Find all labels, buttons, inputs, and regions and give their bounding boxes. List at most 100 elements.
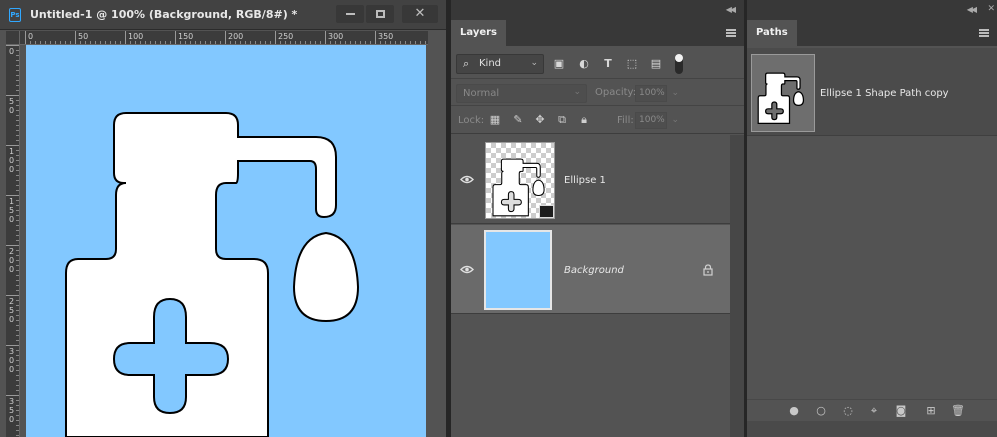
new-path-icon[interactable]: ⊞ [924,405,938,417]
lock-row: Lock: ▦ ✎ ✥ ⧉ 🔒︎ Fill: 100% ⌄ [451,107,744,134]
layer-thumbnail [485,142,555,219]
ruler-label: 200 [9,247,15,274]
opacity-label: Opacity: [595,87,637,98]
fill-label: Fill: [617,115,634,126]
type-filter-icon[interactable]: T [602,58,614,70]
opacity-field[interactable]: 100% ⌄ [635,85,679,102]
filter-toggle[interactable] [675,54,683,74]
chevron-down-icon: ⌄ [671,115,679,125]
ruler-tick [6,245,19,246]
ruler-tick [6,395,19,396]
ruler-label: 350 [378,32,394,41]
document-window: Ps Untitled-1 @ 100% (Background, RGB/8#… [0,0,446,437]
path-thumbnail [751,54,815,132]
opacity-value: 100% [639,88,665,98]
chevron-down-icon: ⌄ [530,58,538,68]
ruler-label: 350 [9,397,15,424]
visibility-eye-icon[interactable] [460,265,474,274]
ruler-label: 50 [78,32,89,41]
lock-image-pixels-icon[interactable]: ✎ [512,114,524,126]
ruler-tick [175,31,176,44]
ruler-label: 150 [9,197,15,224]
lock-position-icon[interactable]: ✥ [534,114,546,126]
ruler-label: 50 [9,97,15,115]
fill-value: 100% [639,115,665,125]
path-name[interactable]: Ellipse 1 Shape Path copy [820,88,949,99]
minimize-button[interactable] [336,5,364,23]
lock-icon [703,264,713,276]
ruler-label: 300 [9,347,15,374]
panel-header-bar[interactable]: ◀◀ ✕ [747,0,997,20]
vertical-ruler[interactable]: 0 50 100 150 200 250 300 350 [6,45,20,437]
stroke-path-icon[interactable]: ○ [814,405,828,417]
ruler-tick [125,31,126,44]
lock-label: Lock: [458,115,485,126]
paths-panel: ◀◀ ✕ Paths Ellipse 1 Shape Path copy ● ○… [747,0,997,437]
tab-layers[interactable]: Layers [451,20,506,46]
panel-menu-icon[interactable] [979,29,989,37]
path-row[interactable]: Ellipse 1 Shape Path copy [747,48,997,136]
make-work-path-icon[interactable]: ⌖ [867,405,881,417]
close-icon: ✕ [414,6,426,21]
delete-icon[interactable]: 🗑︎ [951,405,965,417]
maximize-button[interactable] [366,5,394,23]
close-button[interactable]: ✕ [402,5,438,23]
ruler-tick [275,31,276,44]
ruler-label: 100 [9,147,15,174]
lock-transparent-pixels-icon[interactable]: ▦ [489,114,501,126]
panel-menu-icon[interactable] [726,29,736,37]
add-mask-icon[interactable]: ◙ [894,405,908,417]
lock-artboard-icon[interactable]: ⧉ [556,114,568,126]
minimize-icon [345,13,355,15]
layer-thumbnail [484,230,552,310]
fill-field[interactable]: 100% ⌄ [635,112,679,129]
drop-shape [292,231,360,323]
ruler-tick [6,195,19,196]
ruler-label: 150 [178,32,194,41]
canvas-gutter [426,45,446,437]
horizontal-ruler[interactable]: 0 50 100 150 200 250 300 350 [20,31,428,45]
shape-filter-icon[interactable]: ⬚ [626,58,638,70]
tab-paths[interactable]: Paths [747,20,797,46]
layer-row-ellipse-1[interactable]: Ellipse 1 [451,135,730,224]
ruler-label: 300 [328,32,344,41]
document-titlebar[interactable]: Ps Untitled-1 @ 100% (Background, RGB/8#… [0,0,446,30]
ruler-origin[interactable] [6,31,20,45]
adjustment-filter-icon[interactable]: ◐ [578,58,590,70]
close-icon[interactable]: ✕ [987,4,995,14]
ruler-tick [6,45,19,46]
ruler-label: 0 [9,47,15,56]
canvas[interactable] [26,45,426,437]
ruler-tick [25,31,26,44]
ruler-tick [325,31,326,44]
pixel-filter-icon[interactable]: ▣ [553,58,565,70]
layers-panel: ◀◀ Layers ⌕ Kind ⌄ ▣ ◐ T ⬚ ▤ Normal ⌄ Op… [451,0,744,437]
document-title: Untitled-1 @ 100% (Background, RGB/8#) * [30,8,298,21]
layer-row-background[interactable]: Background [451,225,730,314]
filter-kind-select[interactable]: ⌕ Kind ⌄ [456,54,544,74]
fill-path-icon[interactable]: ● [787,405,801,417]
path-thumbnail-artwork [757,72,805,124]
ruler-tick [6,295,19,296]
panel-header-bar[interactable]: ◀◀ [451,0,744,20]
ruler-label: 0 [28,32,34,41]
layer-name[interactable]: Ellipse 1 [564,175,606,186]
blend-mode-select[interactable]: Normal ⌄ [456,84,587,103]
lock-all-icon[interactable]: 🔒︎ [578,114,590,126]
collapse-icon[interactable]: ◀◀ [726,5,736,14]
layer-list: Ellipse 1 Background [451,135,730,437]
layer-name[interactable]: Background [564,265,624,276]
paths-footer: ● ○ ◌ ⌖ ◙ ⊞ 🗑︎ [747,399,997,421]
layers-scrollbar[interactable] [730,135,744,437]
paths-tabbar: Paths [747,20,997,46]
maximize-icon [375,10,385,18]
chevron-down-icon: ⌄ [671,88,679,98]
blend-row: Normal ⌄ Opacity: 100% ⌄ [451,80,744,106]
visibility-eye-icon[interactable] [460,175,474,184]
ruler-label: 200 [228,32,244,41]
load-selection-icon[interactable]: ◌ [841,405,855,417]
smart-object-filter-icon[interactable]: ▤ [650,58,662,70]
collapse-icon[interactable]: ◀◀ [967,5,977,14]
blend-mode-value: Normal [463,88,500,99]
ruler-tick [225,31,226,44]
